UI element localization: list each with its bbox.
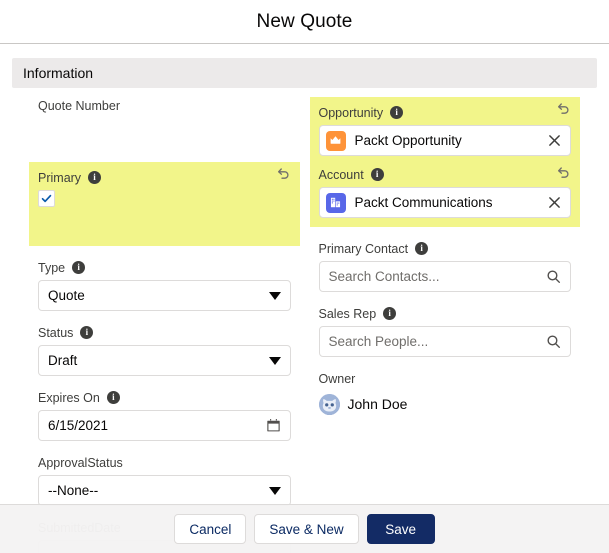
modal-body: Information Quote Number Primary i Type … (0, 45, 609, 553)
field-opportunity: Opportunity i Packt Opportunity (309, 97, 580, 161)
approval-status-value: --None-- (48, 482, 99, 498)
avatar (318, 393, 340, 415)
field-type: Type i Quote (38, 259, 291, 311)
save-button[interactable]: Save (366, 514, 435, 544)
info-icon[interactable]: i (106, 391, 120, 404)
field-status: Status i Draft (38, 324, 291, 376)
field-label-primary: Primary (38, 170, 82, 185)
section-header-information: Information (12, 58, 597, 88)
field-primary-contact: Primary Contact i Search Contacts... (318, 240, 572, 292)
info-icon[interactable]: i (370, 168, 384, 181)
primary-contact-search[interactable]: Search Contacts... (318, 261, 571, 292)
close-icon[interactable] (548, 196, 561, 209)
search-icon[interactable] (546, 334, 561, 349)
field-owner: Owner John Doe (318, 370, 572, 417)
search-icon[interactable] (546, 269, 561, 284)
cancel-button[interactable]: Cancel (174, 514, 247, 544)
field-label-row: Primary i (38, 169, 291, 186)
opportunity-value: Packt Opportunity (354, 132, 462, 148)
field-label-status: Status (38, 325, 74, 340)
form-column-right: Opportunity i Packt Opportunity Account … (305, 97, 598, 553)
field-label-row: Type i (38, 259, 291, 276)
expires-on-value: 6/15/2021 (48, 417, 109, 433)
section-header-title: Information (23, 65, 94, 81)
field-label-opportunity: Opportunity (318, 105, 384, 120)
opportunity-lookup[interactable]: Packt Opportunity (318, 125, 571, 156)
sales-rep-placeholder: Search People... (328, 333, 429, 349)
field-label-account: Account (318, 167, 364, 182)
type-select[interactable]: Quote (38, 280, 291, 311)
field-label-row: ApprovalStatus (38, 454, 291, 471)
info-icon[interactable]: i (383, 307, 397, 320)
info-icon[interactable]: i (80, 326, 94, 339)
modal-footer: Cancel Save & New Save (0, 504, 609, 553)
info-icon[interactable]: i (88, 171, 102, 184)
undo-icon[interactable] (556, 165, 571, 180)
info-icon[interactable]: i (390, 106, 404, 119)
undo-icon[interactable] (556, 101, 571, 116)
building-icon (325, 192, 346, 213)
modal-header: New Quote (0, 0, 609, 44)
calendar-icon[interactable] (266, 418, 281, 433)
account-value: Packt Communications (354, 194, 493, 210)
crown-icon (325, 130, 346, 151)
field-label-row: Quote Number (38, 97, 291, 114)
primary-contact-placeholder: Search Contacts... (328, 268, 440, 284)
primary-checkbox[interactable] (38, 190, 55, 207)
close-icon[interactable] (548, 134, 561, 147)
field-label-row: Account i (319, 166, 572, 183)
status-value: Draft (48, 352, 78, 368)
field-label-owner: Owner (318, 371, 356, 386)
field-account: Account i Packt Communications (309, 161, 580, 227)
field-primary: Primary i (29, 162, 300, 246)
owner-row: John Doe (318, 391, 572, 417)
type-value: Quote (48, 287, 85, 303)
field-label-row: Expires On i (38, 389, 291, 406)
field-approval-status: ApprovalStatus --None-- (38, 454, 291, 506)
field-expires-on: Expires On i 6/15/2021 (38, 389, 291, 441)
field-quote-number: Quote Number (38, 97, 291, 149)
chevron-down-icon[interactable] (268, 486, 281, 495)
account-lookup[interactable]: Packt Communications (318, 187, 571, 218)
field-label-row: Status i (38, 324, 291, 341)
form-grid: Quote Number Primary i Type i Quote Stat… (12, 97, 597, 553)
field-label-expires-on: Expires On (38, 390, 100, 405)
field-label-row: Sales Rep i (319, 305, 572, 322)
chevron-down-icon[interactable] (268, 291, 281, 300)
field-label-row: Primary Contact i (319, 240, 572, 257)
status-select[interactable]: Draft (38, 345, 291, 376)
info-icon[interactable]: i (72, 261, 86, 274)
field-label-approval-status: ApprovalStatus (38, 455, 123, 470)
field-sales-rep: Sales Rep i Search People... (318, 305, 572, 357)
save-and-new-button[interactable]: Save & New (254, 514, 359, 544)
form-column-left: Quote Number Primary i Type i Quote Stat… (12, 97, 305, 553)
undo-icon[interactable] (276, 166, 291, 181)
sales-rep-search[interactable]: Search People... (318, 326, 571, 357)
expires-on-input[interactable]: 6/15/2021 (38, 410, 291, 441)
field-label-primary-contact: Primary Contact (318, 241, 409, 256)
field-label-quote-number: Quote Number (38, 98, 120, 113)
field-label-type: Type (38, 260, 66, 275)
info-icon[interactable]: i (415, 242, 429, 255)
field-label-row: Opportunity i (319, 104, 572, 121)
field-label-sales-rep: Sales Rep (318, 306, 377, 321)
quote-number-value (38, 118, 291, 149)
owner-name: John Doe (347, 396, 408, 412)
chevron-down-icon[interactable] (268, 356, 281, 365)
page-title: New Quote (256, 10, 353, 32)
approval-status-select[interactable]: --None-- (38, 475, 291, 506)
field-label-row: Owner (319, 370, 572, 387)
